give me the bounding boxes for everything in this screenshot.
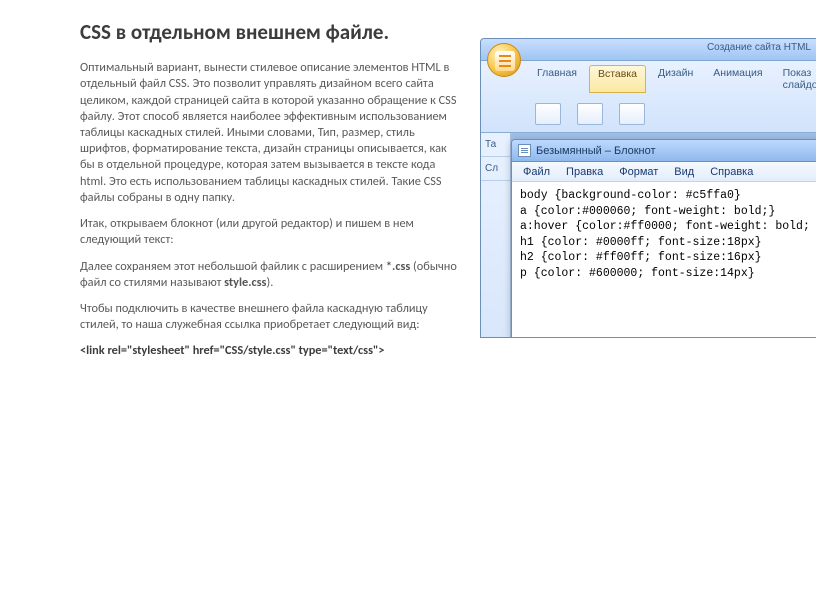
p3-pre: Далее сохраняем этот небольшой файлик с … bbox=[80, 259, 386, 274]
paragraph-3: Далее сохраняем этот небольшой файлик с … bbox=[80, 259, 460, 291]
link-code: <link rel="stylesheet" href="CSS/style.c… bbox=[80, 343, 460, 358]
notepad-menu-file[interactable]: Файл bbox=[516, 165, 557, 179]
powerpoint-titlebar: Создание сайта HTML bbox=[481, 39, 816, 61]
p3-post: ). bbox=[266, 275, 273, 290]
css-line-2: a {color:#000060; font-weight: bold;} bbox=[520, 205, 775, 218]
powerpoint-side-panel: Та Сл bbox=[481, 133, 511, 338]
notepad-body[interactable]: body {background-color: #c5ffa0} a {colo… bbox=[512, 182, 816, 287]
ribbon-tab-animation[interactable]: Анимация bbox=[705, 65, 770, 93]
notepad-title: Безымянный – Блокнот bbox=[536, 145, 656, 157]
ribbon-tab-home[interactable]: Главная bbox=[529, 65, 585, 93]
ribbon-icon-2[interactable] bbox=[577, 103, 603, 125]
slide-title: CSS в отдельном внешнем файле. bbox=[80, 20, 470, 44]
notepad-menu-help[interactable]: Справка bbox=[703, 165, 760, 179]
notepad-icon bbox=[518, 144, 531, 157]
paragraph-4: Чтобы подключить в качестве внешнего фай… bbox=[80, 301, 460, 333]
side-tab-2[interactable]: Сл bbox=[481, 157, 510, 181]
css-line-4: h1 {color: #0000ff; font-size:18px} bbox=[520, 236, 762, 249]
ribbon-icon-1[interactable] bbox=[535, 103, 561, 125]
app-screenshot: Создание сайта HTML Главная Вставка Диза… bbox=[480, 38, 816, 338]
ribbon-tab-design[interactable]: Дизайн bbox=[650, 65, 701, 93]
ribbon-icon-3[interactable] bbox=[619, 103, 645, 125]
paragraph-2: Итак, открываем блокнот (или другой реда… bbox=[80, 216, 460, 248]
css-line-6: p {color: #600000; font-size:14px} bbox=[520, 267, 755, 280]
css-line-5: h2 {color: #ff00ff; font-size:16px} bbox=[520, 251, 762, 264]
paragraph-1: Оптимальный вариант, вынести стилевое оп… bbox=[80, 60, 460, 206]
notepad-menu-edit[interactable]: Правка bbox=[559, 165, 610, 179]
css-line-3: a:hover {color:#ff0000; font-weight: bol… bbox=[520, 220, 816, 233]
ribbon-tab-insert[interactable]: Вставка bbox=[589, 65, 646, 93]
powerpoint-title: Создание сайта HTML bbox=[707, 42, 811, 53]
p3-name: style.css bbox=[224, 275, 266, 290]
p3-ext: *.css bbox=[386, 259, 410, 274]
notepad-menu-format[interactable]: Формат bbox=[612, 165, 665, 179]
side-tab-1[interactable]: Та bbox=[481, 133, 510, 157]
notepad-window: Безымянный – Блокнот Файл Правка Формат … bbox=[511, 139, 816, 338]
notepad-menu-view[interactable]: Вид bbox=[667, 165, 701, 179]
ribbon-tab-slideshow[interactable]: Показ слайдов bbox=[775, 65, 816, 93]
powerpoint-ribbon: Главная Вставка Дизайн Анимация Показ сл… bbox=[481, 61, 816, 133]
css-line-1: body {background-color: #c5ffa0} bbox=[520, 189, 741, 202]
office-orb-icon[interactable] bbox=[487, 43, 521, 77]
notepad-menubar: Файл Правка Формат Вид Справка bbox=[512, 162, 816, 182]
notepad-titlebar: Безымянный – Блокнот bbox=[512, 140, 816, 162]
